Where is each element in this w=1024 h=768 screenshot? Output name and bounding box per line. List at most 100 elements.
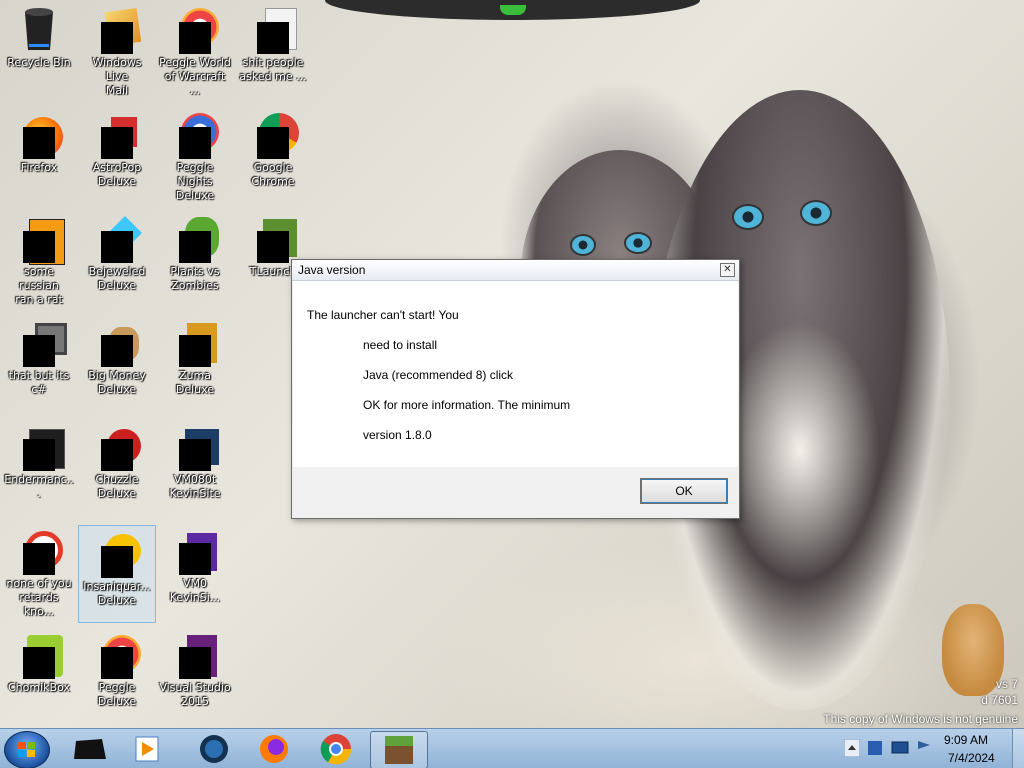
tlauncher-icon <box>249 215 297 263</box>
desktop-icon-zuma-deluxe[interactable]: Zuma Deluxe <box>157 315 233 411</box>
that-but-its-csharp-icon <box>15 319 67 367</box>
desktop-icon-visual-studio-2015[interactable]: Visual Studio 2015 <box>157 627 233 723</box>
icon-label: Zuma Deluxe <box>175 369 215 396</box>
windows-live-mail-icon <box>93 6 142 54</box>
astropop-deluxe-icon <box>93 111 141 159</box>
icon-label: Recycle Bin <box>7 56 71 69</box>
chomikbox-icon <box>15 631 63 679</box>
none-of-you-icon <box>15 527 63 575</box>
desktop-icon-peggle-nights-deluxe[interactable]: Peggle Nights Deluxe <box>157 107 233 203</box>
icon-label: Peggle World of Warcraft ... <box>159 56 231 97</box>
icon-label: Bejeweled Deluxe <box>88 265 146 292</box>
firefox-icon <box>15 111 63 159</box>
network-icon[interactable] <box>890 739 910 757</box>
recycle-bin-icon <box>15 6 63 54</box>
icon-label: Peggle Deluxe <box>97 681 137 708</box>
taskbar: 9:09 AM 7/4/2024 <box>0 728 1024 768</box>
dialog-title-bar[interactable]: Java version ✕ <box>292 260 739 281</box>
peggle-nights-deluxe-icon <box>171 111 219 159</box>
desktop-icon-windows-live-mail[interactable]: Windows Live Mail <box>79 2 155 98</box>
taskbar-chrome-icon[interactable] <box>308 731 364 767</box>
icon-label: ChomikBox <box>8 681 70 694</box>
hamster-decoration <box>942 604 1004 696</box>
icon-label: Firefox <box>20 161 58 174</box>
desktop-icon-plants-vs-zombies[interactable]: Plants vs Zombies <box>157 211 233 307</box>
windows-logo-icon <box>18 742 35 757</box>
icon-label: Plants vs Zombies <box>170 265 220 292</box>
desktop-icon-chomikbox[interactable]: ChomikBox <box>1 627 77 723</box>
clock-time[interactable]: 9:09 AM <box>944 733 988 747</box>
dialog-message-line: need to install <box>363 338 438 352</box>
bejeweled-deluxe-icon <box>93 215 142 263</box>
desktop-icon-endermanc[interactable]: Endermanc... <box>1 419 77 515</box>
ok-button[interactable]: OK <box>640 478 728 504</box>
desktop-icon-peggle-deluxe[interactable]: Peggle Deluxe <box>79 627 155 723</box>
desktop-icon-firefox[interactable]: Firefox <box>1 107 77 203</box>
kitten-small-eye-left <box>570 234 596 256</box>
desktop-icon-bejeweled-deluxe[interactable]: Bejeweled Deluxe <box>79 211 155 307</box>
shit-people-asked-me-icon <box>249 6 297 54</box>
icon-label: that but its c# <box>8 369 70 396</box>
icon-label: AstroPop Deluxe <box>92 161 142 188</box>
close-icon[interactable]: ✕ <box>720 263 735 277</box>
java-tray-icon[interactable] <box>866 739 886 757</box>
desktop-icon-google-chrome[interactable]: Google Chrome <box>235 107 311 203</box>
taskbar-minecraft-icon[interactable] <box>370 731 428 768</box>
desktop-icon-insaniquarium-deluxe[interactable]: Insaniquar... Deluxe <box>78 525 156 623</box>
dock-indicator <box>500 5 526 15</box>
dialog-message-area: The launcher can't start! You need to in… <box>293 281 738 467</box>
desktop-icon-chuzzle-deluxe[interactable]: Chuzzle Deluxe <box>79 419 155 515</box>
icon-label: Chuzzle Deluxe <box>95 473 139 500</box>
taskbar-network-globe-icon[interactable] <box>186 731 242 767</box>
desktop-icon-astropop-deluxe[interactable]: AstroPop Deluxe <box>79 107 155 203</box>
dialog-message-line: The launcher can't start! You <box>307 308 459 322</box>
show-desktop-button[interactable] <box>1012 729 1024 768</box>
system-tray <box>840 729 1024 768</box>
zuma-deluxe-icon <box>171 319 219 367</box>
icon-label: Windows Live Mail <box>92 56 142 97</box>
show-hidden-icons-icon[interactable] <box>844 739 860 757</box>
dialog-message-line: OK for more information. The minimum <box>363 398 571 412</box>
desktop-icon-vm0-kevinsite[interactable]: VM0 KevinSi... <box>157 523 233 619</box>
kitten-eye-left <box>732 204 764 230</box>
icon-label: none of you retards kno... <box>6 577 72 618</box>
desktop-icon-that-but-its-csharp[interactable]: that but its c# <box>1 315 77 411</box>
start-button[interactable] <box>4 731 50 768</box>
desktop-icon-big-money-deluxe[interactable]: Big Money Deluxe <box>79 315 155 411</box>
icon-label: VM0 KevinSi... <box>169 577 221 604</box>
peggle-world-of-warcraft-icon <box>171 6 219 54</box>
desktop-icon-vm080t-kevinsite[interactable]: VM080t KevinSite <box>157 419 233 515</box>
dialog-title: Java version <box>298 263 366 277</box>
desktop-icon-none-of-you[interactable]: none of you retards kno... <box>1 523 77 619</box>
icon-label: some russian ran a rat <box>15 265 63 306</box>
big-money-deluxe-icon <box>93 319 141 367</box>
insaniquarium-deluxe-icon <box>93 530 141 578</box>
clock-date[interactable]: 7/4/2024 <box>948 751 995 765</box>
desktop-icon-shit-people-asked-me[interactable]: shit people asked me ... <box>235 2 311 98</box>
icon-label: Insaniquar... Deluxe <box>83 580 151 607</box>
taskbar-firefox-icon[interactable] <box>246 731 302 767</box>
genuine-watermark: This copy of Windows is not genuine <box>823 712 1018 726</box>
icon-label: Peggle Nights Deluxe <box>175 161 215 202</box>
desktop-icon-peggle-world-of-warcraft[interactable]: Peggle World of Warcraft ... <box>157 2 233 98</box>
desktop-icon-recycle-bin[interactable]: Recycle Bin <box>1 2 77 98</box>
plants-vs-zombies-icon <box>171 215 219 263</box>
icon-label: Visual Studio 2015 <box>159 681 231 708</box>
endermanc-icon <box>15 423 65 471</box>
dialog-message-line: Java (recommended 8) click <box>363 368 514 382</box>
watermark-os-name: vs 7 <box>995 677 1018 691</box>
kitten-eye-right <box>800 200 832 226</box>
icon-label: VM080t KevinSite <box>169 473 221 500</box>
chuzzle-deluxe-icon <box>93 423 141 471</box>
google-chrome-icon <box>249 111 299 159</box>
flag-icon[interactable] <box>914 739 934 757</box>
dialog-message-line: version 1.8.0 <box>363 428 432 442</box>
icon-label: shit people asked me ... <box>239 56 307 83</box>
desktop-icon-some-russian-ran-a-rat[interactable]: some russian ran a rat <box>1 211 77 307</box>
wallpaper-kitten-chest <box>720 320 880 580</box>
icon-label: Endermanc... <box>4 473 74 500</box>
taskbar-media-player-icon[interactable] <box>120 731 176 767</box>
taskbar-black-app-icon[interactable] <box>62 731 118 767</box>
some-russian-ran-a-rat-icon <box>15 215 65 265</box>
icon-label: Big Money Deluxe <box>88 369 146 396</box>
